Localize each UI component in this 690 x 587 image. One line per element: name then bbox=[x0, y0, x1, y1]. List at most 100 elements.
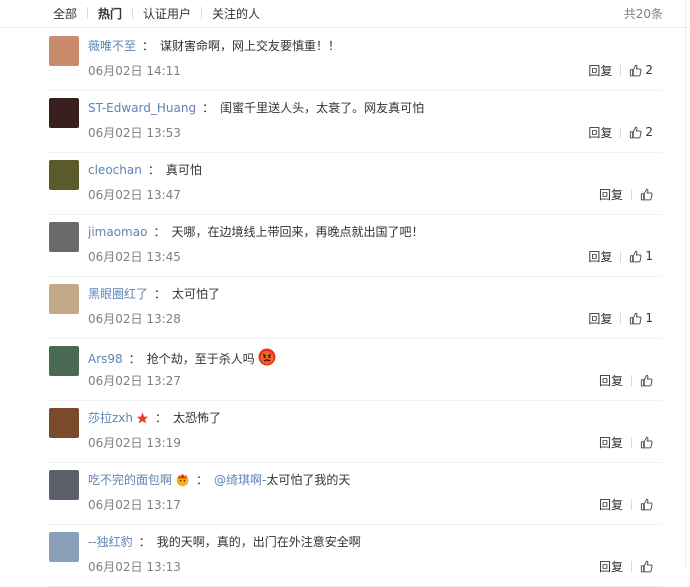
comment-username[interactable]: ST-Edward_Huang bbox=[88, 101, 196, 115]
comment-text: 太恐怖了 bbox=[173, 411, 222, 425]
user-avatar[interactable] bbox=[49, 284, 79, 314]
comment-timestamp: 06月02日 13:17 bbox=[88, 498, 181, 512]
thumbs-up-icon bbox=[630, 312, 642, 324]
user-avatar[interactable] bbox=[49, 98, 79, 128]
like-button[interactable]: 2 bbox=[629, 63, 653, 77]
comment-line: 莎拉zxh ： 太恐怖了 bbox=[88, 410, 221, 429]
divider bbox=[87, 7, 89, 19]
filter-tab-verified[interactable]: 认证用户 bbox=[143, 5, 191, 22]
comment-timestamp: 06月02日 13:53 bbox=[88, 126, 181, 140]
comment-actions: 回复 1 bbox=[588, 310, 653, 326]
like-button[interactable]: 2 bbox=[629, 125, 653, 139]
thumbs-up-icon bbox=[640, 560, 653, 572]
user-avatar[interactable] bbox=[49, 532, 79, 562]
comment-text: 太可怕了我的天 bbox=[266, 473, 351, 487]
reply-button[interactable]: 回复 bbox=[599, 372, 623, 389]
comment-timestamp: 06月02日 14:11 bbox=[88, 64, 181, 78]
divider bbox=[132, 7, 134, 19]
like-count: 2 bbox=[645, 63, 653, 77]
star-badge-icon bbox=[136, 412, 149, 429]
filter-tab-following[interactable]: 关注的人 bbox=[212, 5, 260, 22]
crown-emoji-icon bbox=[175, 472, 190, 491]
user-avatar[interactable] bbox=[49, 160, 79, 190]
comment-item: 吃不完的面包啊 ： @绮琪啊-太可怕了我的天 06月02日 13:17 回复 bbox=[49, 462, 662, 525]
comment-text: 太可怕了 bbox=[172, 287, 221, 301]
comment-username[interactable]: 薇唯不至 bbox=[88, 39, 136, 53]
divider bbox=[620, 312, 622, 324]
comment-username[interactable]: 吃不完的面包啊 bbox=[88, 473, 172, 487]
comment-line: jimaomao ： 天哪，在边境线上带回来，再晚点就出国了吧！ bbox=[88, 224, 423, 240]
comment-total-count: 共20条 bbox=[623, 7, 663, 21]
comment-item: 黑眼圈红了 ： 太可怕了 06月02日 13:28 回复 1 bbox=[49, 276, 662, 339]
comment-username[interactable]: 莎拉zxh bbox=[88, 411, 133, 425]
like-button[interactable] bbox=[640, 188, 653, 201]
comment-actions: 回复 2 bbox=[588, 62, 653, 78]
mention-link[interactable]: @绮琪啊- bbox=[214, 473, 266, 487]
comment-timestamp: 06月02日 13:47 bbox=[88, 188, 181, 202]
colon-separator: ： bbox=[155, 411, 168, 425]
colon-separator: ： bbox=[128, 352, 141, 366]
colon-separator: ： bbox=[138, 535, 151, 549]
thumbs-up-icon bbox=[640, 374, 653, 386]
reply-button[interactable]: 回复 bbox=[588, 248, 612, 265]
like-button[interactable] bbox=[640, 436, 653, 449]
like-button[interactable]: 1 bbox=[629, 311, 653, 325]
thumbs-up-icon bbox=[630, 126, 642, 138]
reply-button[interactable]: 回复 bbox=[599, 496, 623, 513]
filter-tab-all[interactable]: 全部 bbox=[53, 5, 77, 22]
user-avatar[interactable] bbox=[49, 36, 79, 66]
comment-line: Ars98 ： 抢个劫，至于杀人吗 bbox=[88, 348, 276, 370]
comment-actions: 回复 bbox=[599, 558, 653, 574]
comment-item: ST-Edward_Huang ： 闺蜜千里送人头，太衰了。网友真可怕 06月02日 … bbox=[49, 90, 662, 153]
thumbs-up-icon bbox=[640, 436, 653, 448]
comment-actions: 回复 2 bbox=[588, 124, 653, 140]
like-button[interactable] bbox=[640, 560, 653, 573]
comment-line: 黑眼圈红了 ： 太可怕了 bbox=[88, 286, 220, 302]
colon-separator: ： bbox=[153, 225, 166, 239]
like-button[interactable]: 1 bbox=[629, 249, 653, 263]
colon-separator: ： bbox=[196, 473, 209, 487]
user-avatar[interactable] bbox=[49, 470, 79, 500]
comment-username[interactable]: Ars98 bbox=[88, 352, 123, 366]
colon-separator: ： bbox=[142, 39, 155, 53]
comment-actions: 回复 bbox=[599, 372, 653, 388]
comment-actions: 回复 bbox=[599, 434, 653, 450]
thumbs-up-icon bbox=[640, 498, 653, 510]
comment-line: cleochan ： 真可怕 bbox=[88, 162, 202, 178]
divider bbox=[631, 188, 632, 200]
divider bbox=[620, 250, 622, 262]
comment-line: 吃不完的面包啊 ： @绮琪啊-太可怕了我的天 bbox=[88, 472, 350, 491]
comment-username[interactable]: 黑眼圈红了 bbox=[88, 287, 148, 301]
thumbs-up-icon bbox=[630, 64, 642, 76]
reply-button[interactable]: 回复 bbox=[588, 124, 612, 141]
reply-button[interactable]: 回复 bbox=[599, 434, 623, 451]
divider bbox=[631, 498, 632, 510]
comment-timestamp: 06月02日 13:19 bbox=[88, 436, 181, 450]
like-button[interactable] bbox=[640, 374, 653, 387]
comment-username[interactable]: cleochan bbox=[88, 163, 142, 177]
comment-actions: 回复 bbox=[599, 186, 653, 202]
filter-tab-hot[interactable]: 热门 bbox=[98, 5, 122, 22]
comment-actions: 回复 1 bbox=[588, 248, 653, 264]
reply-button[interactable]: 回复 bbox=[588, 310, 612, 327]
like-button[interactable] bbox=[640, 498, 653, 511]
panel-border bbox=[685, 0, 686, 568]
comment-item: cleochan ： 真可怕 06月02日 13:47 回复 bbox=[49, 152, 662, 215]
thumbs-up-icon bbox=[630, 250, 642, 262]
user-avatar[interactable] bbox=[49, 222, 79, 252]
divider bbox=[620, 126, 622, 138]
reply-button[interactable]: 回复 bbox=[588, 62, 612, 79]
like-count: 1 bbox=[645, 311, 653, 325]
comment-line: 薇唯不至 ： 谋财害命啊，网上交友要慎重！！ bbox=[88, 38, 340, 54]
angry-emoji-icon bbox=[258, 348, 276, 370]
user-avatar[interactable] bbox=[49, 408, 79, 438]
user-avatar[interactable] bbox=[49, 346, 79, 376]
comment-item: --独红豹 ： 我的天啊，真的，出门在外注意安全啊 06月02日 13:13 回复 bbox=[49, 524, 662, 587]
comment-username[interactable]: --独红豹 bbox=[88, 535, 133, 549]
filter-tabs: 全部 热门 认证用户 关注的人 bbox=[53, 5, 260, 21]
thumbs-up-icon bbox=[640, 188, 653, 200]
reply-button[interactable]: 回复 bbox=[599, 186, 623, 203]
comment-username[interactable]: jimaomao bbox=[88, 225, 147, 239]
reply-button[interactable]: 回复 bbox=[599, 558, 623, 575]
comment-actions: 回复 bbox=[599, 496, 653, 512]
